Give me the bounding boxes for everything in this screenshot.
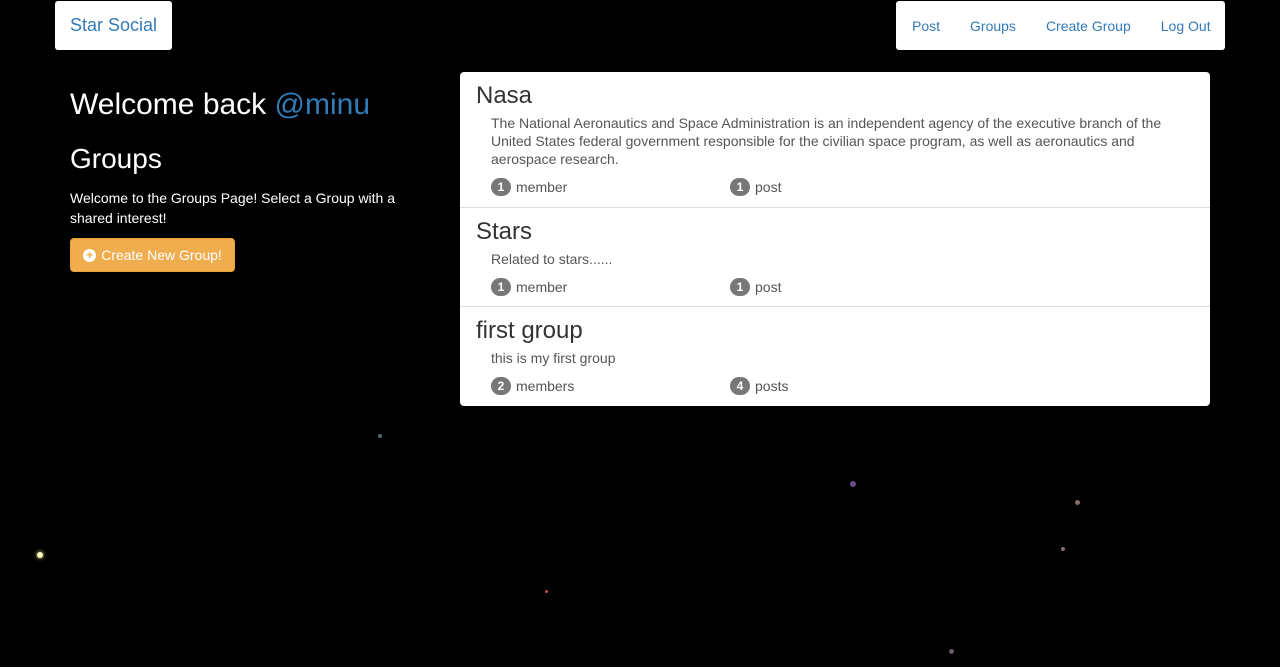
- intro-text: Welcome to the Groups Page! Select a Gro…: [70, 190, 396, 226]
- post-count-badge: 4: [730, 377, 750, 395]
- background-star: [949, 649, 954, 654]
- group-description: Related to stars......: [491, 251, 613, 267]
- group-item-first-group[interactable]: first group this is my first group 2 mem…: [460, 307, 1210, 406]
- username-link[interactable]: @minu: [275, 88, 370, 121]
- group-item-stars[interactable]: Stars Related to stars...... 1 member 1 …: [460, 208, 1210, 307]
- nav-logout-link[interactable]: Log Out: [1161, 18, 1211, 34]
- post-label: post: [755, 179, 782, 195]
- group-name: Stars: [476, 218, 533, 245]
- plus-circle-icon: +: [83, 248, 97, 262]
- post-count-badge: 1: [730, 278, 750, 296]
- member-count-badge: 1: [491, 178, 511, 196]
- background-star: [1061, 547, 1065, 551]
- post-count: 1 post: [730, 278, 781, 296]
- member-count-badge: 1: [491, 278, 511, 296]
- background-star: [378, 434, 382, 438]
- post-count: 4 posts: [730, 377, 788, 395]
- page-title: Groups: [70, 143, 162, 174]
- brand-link[interactable]: Star Social: [55, 1, 172, 50]
- group-description: this is my first group: [491, 350, 616, 366]
- welcome-text: Welcome back: [70, 88, 275, 121]
- background-star: [37, 552, 43, 558]
- group-name: first group: [476, 317, 583, 344]
- member-count: 1 member: [491, 278, 567, 296]
- post-count-badge: 1: [730, 178, 750, 196]
- background-star: [1075, 500, 1080, 505]
- member-count-badge: 2: [491, 377, 511, 395]
- post-label: post: [755, 279, 782, 295]
- group-list: Nasa The National Aeronautics and Space …: [460, 72, 1210, 406]
- background-star: [850, 481, 856, 487]
- group-item-nasa[interactable]: Nasa The National Aeronautics and Space …: [460, 72, 1210, 208]
- nav-create-group-link[interactable]: Create Group: [1046, 18, 1131, 34]
- member-count: 1 member: [491, 178, 567, 196]
- post-count: 1 post: [730, 178, 781, 196]
- welcome-heading: Welcome back @minu: [70, 88, 370, 122]
- nav-groups-link[interactable]: Groups: [970, 18, 1016, 34]
- member-count: 2 members: [491, 377, 574, 395]
- create-new-group-label: Create New Group!: [101, 247, 222, 263]
- post-label: posts: [755, 378, 789, 394]
- member-label: member: [516, 279, 568, 295]
- top-nav: Post Groups Create Group Log Out: [896, 1, 1225, 50]
- group-name: Nasa: [476, 82, 533, 109]
- nav-post-link[interactable]: Post: [912, 18, 940, 34]
- background-star: [545, 590, 548, 593]
- create-new-group-button[interactable]: + Create New Group!: [70, 238, 235, 272]
- group-description: The National Aeronautics and Space Admin…: [491, 115, 1162, 167]
- member-label: members: [516, 378, 575, 394]
- member-label: member: [516, 179, 568, 195]
